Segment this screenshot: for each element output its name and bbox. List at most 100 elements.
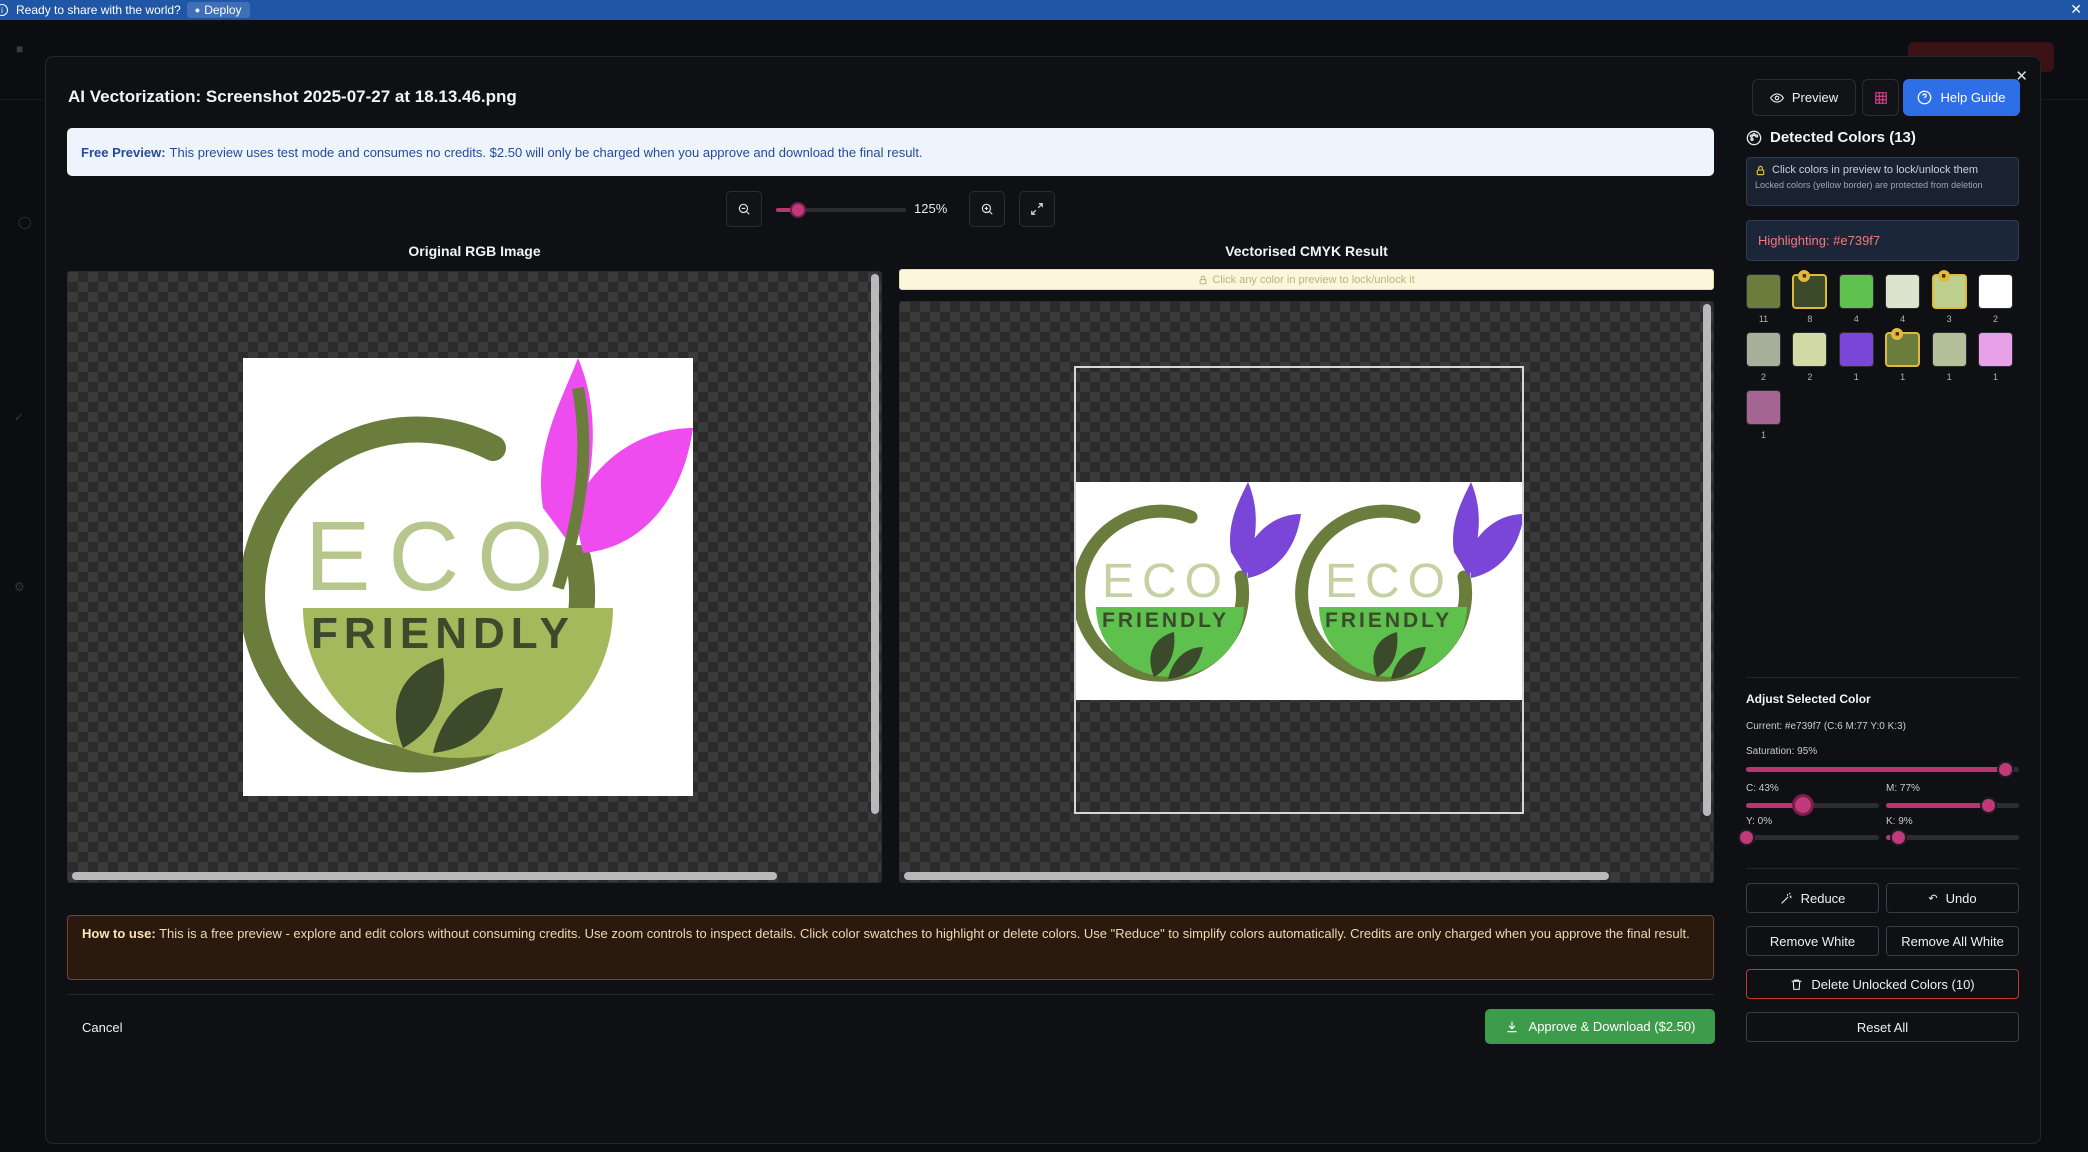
magenta-knob[interactable] xyxy=(1980,797,1998,814)
reset-all-label: Reset All xyxy=(1856,1019,1909,1035)
reset-all-button[interactable]: Reset All xyxy=(1746,1012,2019,1042)
reduce-label: Reduce xyxy=(1800,890,1846,906)
free-preview-label: Free Preview: xyxy=(81,144,166,160)
preview-button[interactable]: Preview xyxy=(1752,79,1856,116)
original-friendly-text: FRIENDLY xyxy=(311,609,575,658)
info-icon: i xyxy=(0,4,8,16)
color-swatch[interactable] xyxy=(1978,274,2013,309)
free-preview-text: This preview uses test mode and consumes… xyxy=(169,144,923,160)
swatch-count: 1 xyxy=(1992,372,1998,382)
saturation-fill xyxy=(1746,767,2006,772)
deploy-button[interactable]: ● Deploy xyxy=(186,2,250,18)
color-swatch[interactable] xyxy=(1746,274,1781,309)
undo-button[interactable]: ↶ Undo xyxy=(1886,883,2019,913)
color-swatch[interactable] xyxy=(1931,332,1967,367)
yellow-slider[interactable] xyxy=(1738,829,1879,846)
black-slider[interactable] xyxy=(1886,829,2019,846)
swatch-lock-icon: ■ xyxy=(1937,270,1950,282)
color-swatch[interactable] xyxy=(1885,274,1921,309)
result-artboard: ECO FRIENDLY ECO FRIENDLY xyxy=(1074,366,1524,814)
background-icon: ◯ xyxy=(18,215,32,229)
grid-icon xyxy=(1874,91,1887,104)
palette-icon xyxy=(1746,130,1762,145)
footer-divider xyxy=(67,994,1714,995)
color-swatch[interactable] xyxy=(1746,332,1781,367)
cyan-slider[interactable] xyxy=(1746,794,1879,816)
magenta-slider[interactable] xyxy=(1886,797,2019,814)
remove-white-button[interactable]: Remove White xyxy=(1746,926,1879,956)
swatch-count: 3 xyxy=(1946,314,1952,324)
result-vertical-scrollbar[interactable] xyxy=(1703,304,1711,816)
saturation-knob[interactable] xyxy=(1997,761,2015,778)
zoom-slider-knob[interactable] xyxy=(790,202,806,218)
cyan-knob[interactable] xyxy=(1792,794,1815,816)
lock-icon xyxy=(1199,275,1207,284)
zoom-out-button[interactable] xyxy=(726,191,762,227)
color-swatch[interactable]: ■ xyxy=(1885,328,1921,367)
color-swatch[interactable] xyxy=(1746,390,1781,425)
help-guide-button[interactable]: Help Guide xyxy=(1903,79,2020,116)
reduce-button[interactable]: Reduce xyxy=(1746,883,1879,913)
saturation-slider[interactable] xyxy=(1746,761,2019,778)
color-swatch[interactable] xyxy=(1838,332,1874,367)
preview-label: Preview xyxy=(1791,90,1839,105)
remove-all-white-label: Remove All White xyxy=(1901,933,2004,949)
saturation-label: Saturation: 95% xyxy=(1746,746,1818,757)
approve-download-label: Approve & Download ($2.50) xyxy=(1528,1019,1696,1034)
current-color-readout: Current: #e739f7 (C:6 M:77 Y:0 K:3) xyxy=(1746,721,1906,732)
vectorization-modal: AI Vectorization: Screenshot 2025-07-27 … xyxy=(45,56,2041,1144)
result-pane-title: Vectorised CMYK Result xyxy=(1225,243,1388,259)
swatch-count: 11 xyxy=(1758,314,1769,324)
banner-message: Ready to share with the world? xyxy=(16,3,181,17)
color-swatch[interactable]: ■ xyxy=(1931,270,1967,309)
yellow-label: Y: 0% xyxy=(1746,816,1773,827)
result-eco-friendly-image: ECO FRIENDLY ECO FRIENDLY xyxy=(1076,482,1522,700)
undo-icon: ↶ xyxy=(1928,892,1938,905)
remove-all-white-button[interactable]: Remove All White xyxy=(1886,926,2019,956)
background-logo: ■ xyxy=(16,42,24,56)
deploy-banner: i Ready to share with the world? ● Deplo… xyxy=(0,0,2088,20)
help-icon xyxy=(1918,90,1932,105)
original-horizontal-scrollbar[interactable] xyxy=(72,872,777,880)
result-image-pane[interactable]: ECO FRIENDLY ECO FRIENDLY xyxy=(899,301,1714,883)
zoom-level: 125% xyxy=(914,201,948,216)
background-icon: ✓ xyxy=(14,410,25,424)
banner-close-icon[interactable]: ✕ xyxy=(2070,1,2082,18)
zoom-in-button[interactable] xyxy=(969,191,1005,227)
delete-unlocked-label: Delete Unlocked Colors (10) xyxy=(1811,976,1975,992)
black-label: K: 9% xyxy=(1886,816,1913,827)
expand-icon xyxy=(1031,203,1043,215)
original-pane-title: Original RGB Image xyxy=(408,243,541,259)
swatch-lock-icon: ■ xyxy=(1798,270,1811,282)
how-to-use-label: How to use: xyxy=(82,926,156,941)
free-preview-notice: Free Preview: This preview uses test mod… xyxy=(67,128,1714,176)
result-eco-text-2: ECO xyxy=(1325,555,1453,608)
approve-download-button[interactable]: Approve & Download ($2.50) xyxy=(1485,1009,1715,1044)
how-to-use-text: This is a free preview - explore and edi… xyxy=(159,926,1690,941)
cancel-button[interactable]: Cancel xyxy=(82,1020,122,1035)
result-horizontal-scrollbar[interactable] xyxy=(904,872,1609,880)
result-eco-text-1: ECO xyxy=(1102,555,1230,608)
black-knob[interactable] xyxy=(1889,829,1907,846)
original-vertical-scrollbar[interactable] xyxy=(871,274,879,814)
color-swatch[interactable] xyxy=(1978,332,2013,367)
remove-white-label: Remove White xyxy=(1769,933,1856,949)
swatch-count: 2 xyxy=(1807,372,1813,382)
help-label: Help Guide xyxy=(1940,90,2006,105)
undo-label: Undo xyxy=(1945,890,1977,906)
yellow-knob[interactable] xyxy=(1738,829,1755,846)
grid-toggle-button[interactable] xyxy=(1862,79,1899,116)
original-image-pane[interactable]: ECO FRIENDLY xyxy=(67,271,882,883)
color-swatch[interactable] xyxy=(1792,332,1828,367)
delete-unlocked-colors-button[interactable]: Delete Unlocked Colors (10) xyxy=(1746,969,2019,999)
lock-hint: Click any color in preview to lock/unloc… xyxy=(899,269,1714,290)
color-swatch[interactable] xyxy=(1838,274,1874,309)
zoom-slider[interactable] xyxy=(776,202,906,218)
result-friendly-text-1: FRIENDLY xyxy=(1102,609,1229,632)
color-swatch[interactable]: ■ xyxy=(1792,270,1828,309)
original-eco-text: ECO xyxy=(305,501,571,611)
magenta-fill xyxy=(1886,803,1989,808)
deploy-label: Deploy xyxy=(204,3,242,17)
fullscreen-button[interactable] xyxy=(1019,191,1055,227)
sidebar-divider xyxy=(1746,868,2019,869)
